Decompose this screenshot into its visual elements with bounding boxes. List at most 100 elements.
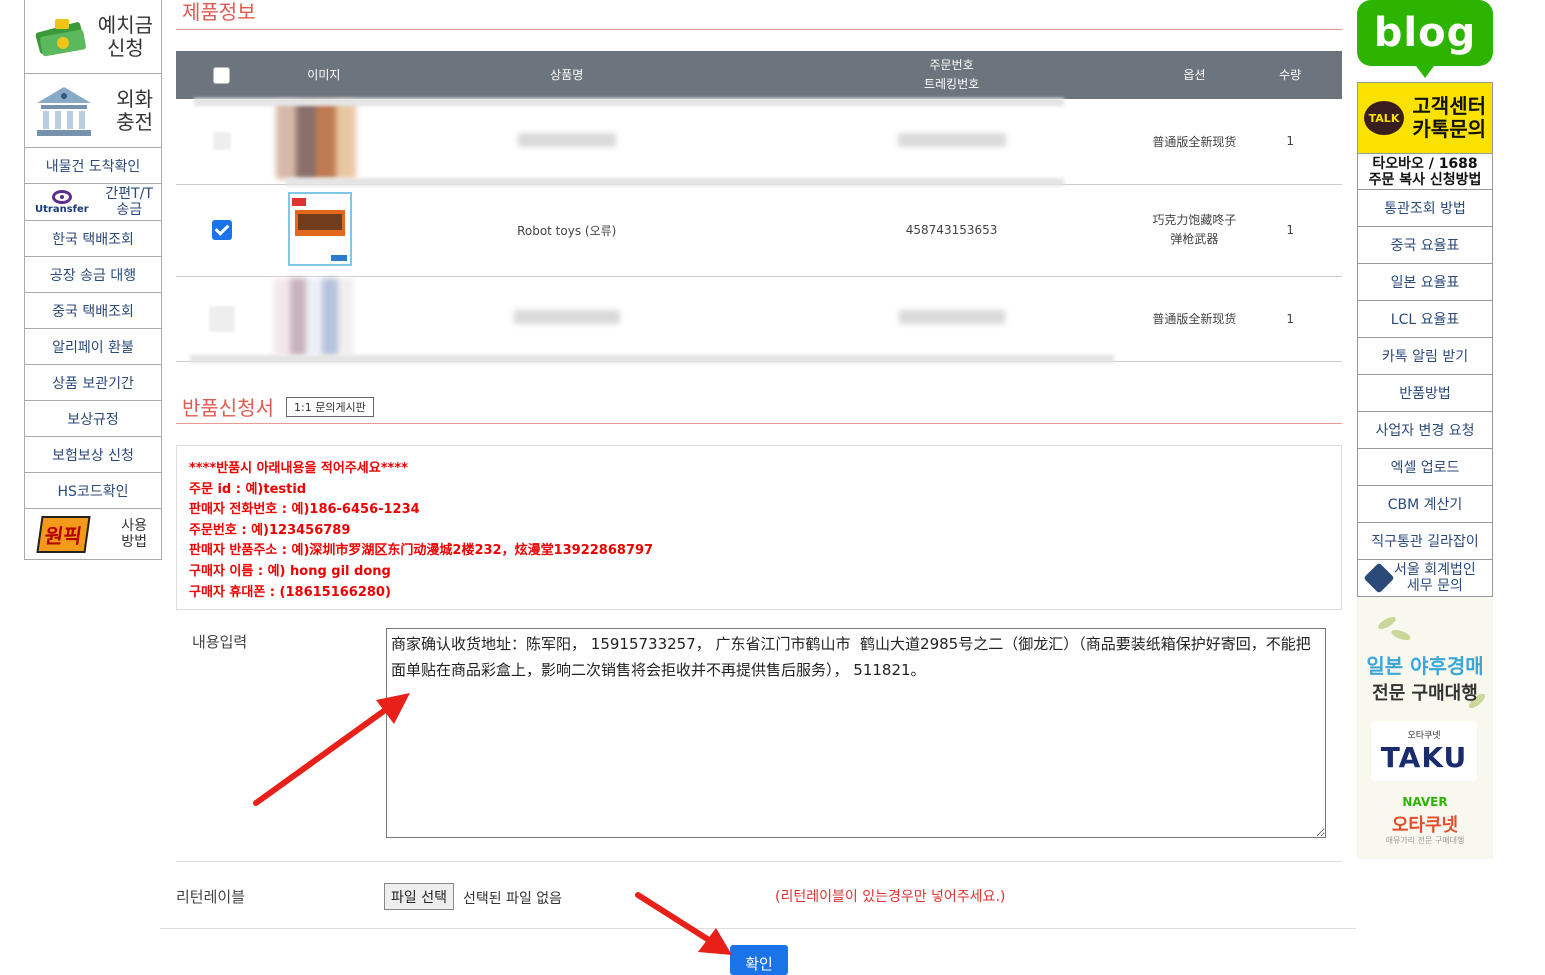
sidebar-item-insurance-claim[interactable]: 보험보상 신청 xyxy=(25,437,161,473)
sidebar-item-return-method[interactable]: 반품방법 xyxy=(1357,375,1493,412)
sidebar-item-cbm-calculator[interactable]: CBM 계산기 xyxy=(1357,486,1493,523)
kakao-inquiry-link[interactable]: TALK 고객센터 카톡문의 xyxy=(1357,82,1493,154)
row-checkbox[interactable] xyxy=(208,305,235,332)
table-row: Robot toys (오류) 458743153653 巧克力饱藏咚子 弹枪武… xyxy=(176,184,1342,277)
redaction-band xyxy=(286,178,1064,186)
row-select-cell[interactable] xyxy=(176,184,268,277)
onepick-guide-link[interactable]: 원픽 사용 방법 xyxy=(25,509,161,559)
money-icon xyxy=(35,18,86,56)
sidebar-item-compensation-rules[interactable]: 보상규정 xyxy=(25,401,161,437)
sidebar-item-excel-upload[interactable]: 엑셀 업로드 xyxy=(1357,449,1493,486)
product-thumbnail xyxy=(276,100,357,179)
naver-label: NAVER xyxy=(1402,795,1448,809)
taku-logo-box: 오타쿠넷 TAKU xyxy=(1371,721,1477,781)
notice-line: 구매자 이름 : 예) hong gil dong xyxy=(189,563,391,579)
forex-charge-link[interactable]: 외화 충전 xyxy=(25,74,161,148)
utransfer-logo-text: Utransfer xyxy=(35,203,89,215)
onepick-logo: 원픽 xyxy=(36,515,91,553)
product-section-title: 제품정보 xyxy=(182,0,256,24)
row-order-cell xyxy=(752,99,1151,185)
confirm-button[interactable]: 확인 xyxy=(730,945,788,975)
select-all-checkbox[interactable] xyxy=(213,66,231,84)
row-image-cell xyxy=(267,276,381,362)
kakao-inquiry-label: 고객센터 카톡문의 xyxy=(1412,94,1486,141)
header-order-no: 주문번호 xyxy=(929,58,974,72)
return-label-hint: (리턴레이블이 있는경우만 넣어주세요.) xyxy=(775,889,1006,905)
row-name-cell xyxy=(380,99,753,185)
product-name-redacted xyxy=(517,132,616,147)
row-qty-cell: 1 xyxy=(1238,184,1342,277)
utransfer-link[interactable]: Utransfer 간편T/T 송금 xyxy=(25,184,161,221)
return-notice-box: ****반품시 아래내용을 적어주세요**** 주문 id : 예)testid… xyxy=(176,445,1342,610)
file-select-button[interactable]: 파일 선택 xyxy=(384,883,454,910)
sidebar-item-label: 한국 택배조회 xyxy=(52,231,134,248)
return-section-title: 반품신청서 xyxy=(182,396,274,420)
leaf-decoration xyxy=(1390,627,1412,643)
order-no-redacted xyxy=(898,310,1005,324)
yahoo-auction-title: 일본 야후경매 xyxy=(1366,654,1484,678)
row-checkbox[interactable] xyxy=(212,132,231,151)
qa-board-button[interactable]: 1:1 문의게시판 xyxy=(286,396,374,417)
bank-icon xyxy=(37,86,91,136)
table-row: 普通版全新现货 1 xyxy=(176,276,1342,362)
yahoo-auction-subtitle: 전문 구매대행 xyxy=(1372,683,1478,704)
blog-banner-link[interactable]: blog xyxy=(1357,0,1493,82)
notice-line: 판매자 전화번호 : 예)186-6456-1234 xyxy=(189,502,420,518)
header-order-tracking: 주문번호 트레킹번호 xyxy=(753,51,1151,99)
row-order-cell xyxy=(752,276,1151,362)
deposit-label: 예치금 신청 xyxy=(97,12,153,60)
file-status-text: 선택된 파일 없음 xyxy=(463,891,563,907)
taobao-order-guide-link[interactable]: 타오바오 / 1688 주문 복사 신청방법 xyxy=(1357,154,1493,190)
header-select-all[interactable] xyxy=(176,51,267,99)
kakao-talk-icon: TALK xyxy=(1364,101,1404,135)
notice-line: 주문 id : 예)testid xyxy=(189,481,307,497)
utransfer-logo: Utransfer xyxy=(35,189,89,215)
sidebar-item-china-delivery[interactable]: 중국 택배조회 xyxy=(25,293,161,329)
arrow-to-confirm xyxy=(635,892,732,955)
notice-line: 주문번호 : 예)123456789 xyxy=(189,522,351,538)
taku-small-label: 오타쿠넷 xyxy=(1407,731,1441,741)
header-qty: 수량 xyxy=(1279,67,1302,82)
yahoo-auction-banner[interactable]: 일본 야후경매 전문 구매대행 오타쿠넷 TAKU NAVER 오타쿠넷 애뮤가… xyxy=(1357,597,1493,859)
sidebar-item-lcl-rates[interactable]: LCL 요율표 xyxy=(1357,301,1493,338)
taku-logo: TAKU xyxy=(1380,741,1468,774)
right-sidebar: blog TALK 고객센터 카톡문의 타오바오 / 1688 주문 복사 신청… xyxy=(1357,0,1493,859)
sidebar-item-label: 내물건 도착확인 xyxy=(45,158,141,175)
row-image-cell xyxy=(267,99,381,185)
seoul-accounting-link[interactable]: 서울 회계법인 세무 문의 xyxy=(1357,560,1493,597)
divider xyxy=(176,861,1342,862)
order-no-redacted xyxy=(897,132,1006,147)
blog-logo: blog xyxy=(1357,0,1493,66)
product-name-redacted xyxy=(513,310,620,324)
notice-line: ****반품시 아래내용을 적어주세요**** xyxy=(189,461,408,476)
sidebar-item-customs-guide[interactable]: 직구통관 길라잡이 xyxy=(1357,523,1493,560)
sidebar-item-hs-code[interactable]: HS코드확인 xyxy=(25,473,161,509)
otaku-label: 오타쿠넷 xyxy=(1391,815,1459,836)
row-select-cell[interactable] xyxy=(176,99,268,185)
return-label-field-label: 리턴레이블 xyxy=(176,888,246,906)
divider xyxy=(160,928,1356,929)
row-checkbox-checked[interactable] xyxy=(211,220,232,240)
sidebar-item-kakao-alert[interactable]: 카톡 알림 받기 xyxy=(1357,338,1493,375)
notice-line: 판매자 반품주소 : 예)深圳市罗湖区东门动漫城2楼232，炫漫堂1392286… xyxy=(189,543,654,559)
content-textarea[interactable]: 商家确认收货地址：陈军阳， 15915733257， 广东省江门市鹤山市 鹤山大… xyxy=(386,628,1326,838)
sidebar-item-arrival-check[interactable]: 내물건 도착확인 xyxy=(25,148,161,184)
sidebar-item-factory-remit[interactable]: 공장 송금 대행 xyxy=(25,257,161,293)
sidebar-item-korea-delivery[interactable]: 한국 택배조회 xyxy=(25,221,161,257)
sidebar-item-label: 보험보상 신청 xyxy=(52,447,134,464)
forex-label: 외화 충전 xyxy=(116,86,153,134)
row-option-cell: 巧克力饱藏咚子 弹枪武器 xyxy=(1150,184,1239,277)
sidebar-item-alipay-refund[interactable]: 알리페이 환불 xyxy=(25,329,161,365)
redaction-band xyxy=(190,355,1114,363)
table-row: 普通版全新现货 1 xyxy=(176,99,1342,185)
sidebar-item-storage-period[interactable]: 상품 보관기간 xyxy=(25,365,161,401)
sidebar-item-customs-lookup[interactable]: 통관조회 방법 xyxy=(1357,190,1493,227)
sidebar-item-business-change[interactable]: 사업자 변경 요청 xyxy=(1357,412,1493,449)
row-option-cell: 普通版全新现货 xyxy=(1150,276,1239,362)
row-image-cell xyxy=(267,184,381,277)
blog-bubble-tail xyxy=(1413,62,1437,78)
sidebar-item-china-rates[interactable]: 중국 요율표 xyxy=(1357,227,1493,264)
row-select-cell[interactable] xyxy=(176,276,268,362)
sidebar-item-japan-rates[interactable]: 일본 요율표 xyxy=(1357,264,1493,301)
deposit-request-link[interactable]: 예치금 신청 xyxy=(25,0,161,74)
